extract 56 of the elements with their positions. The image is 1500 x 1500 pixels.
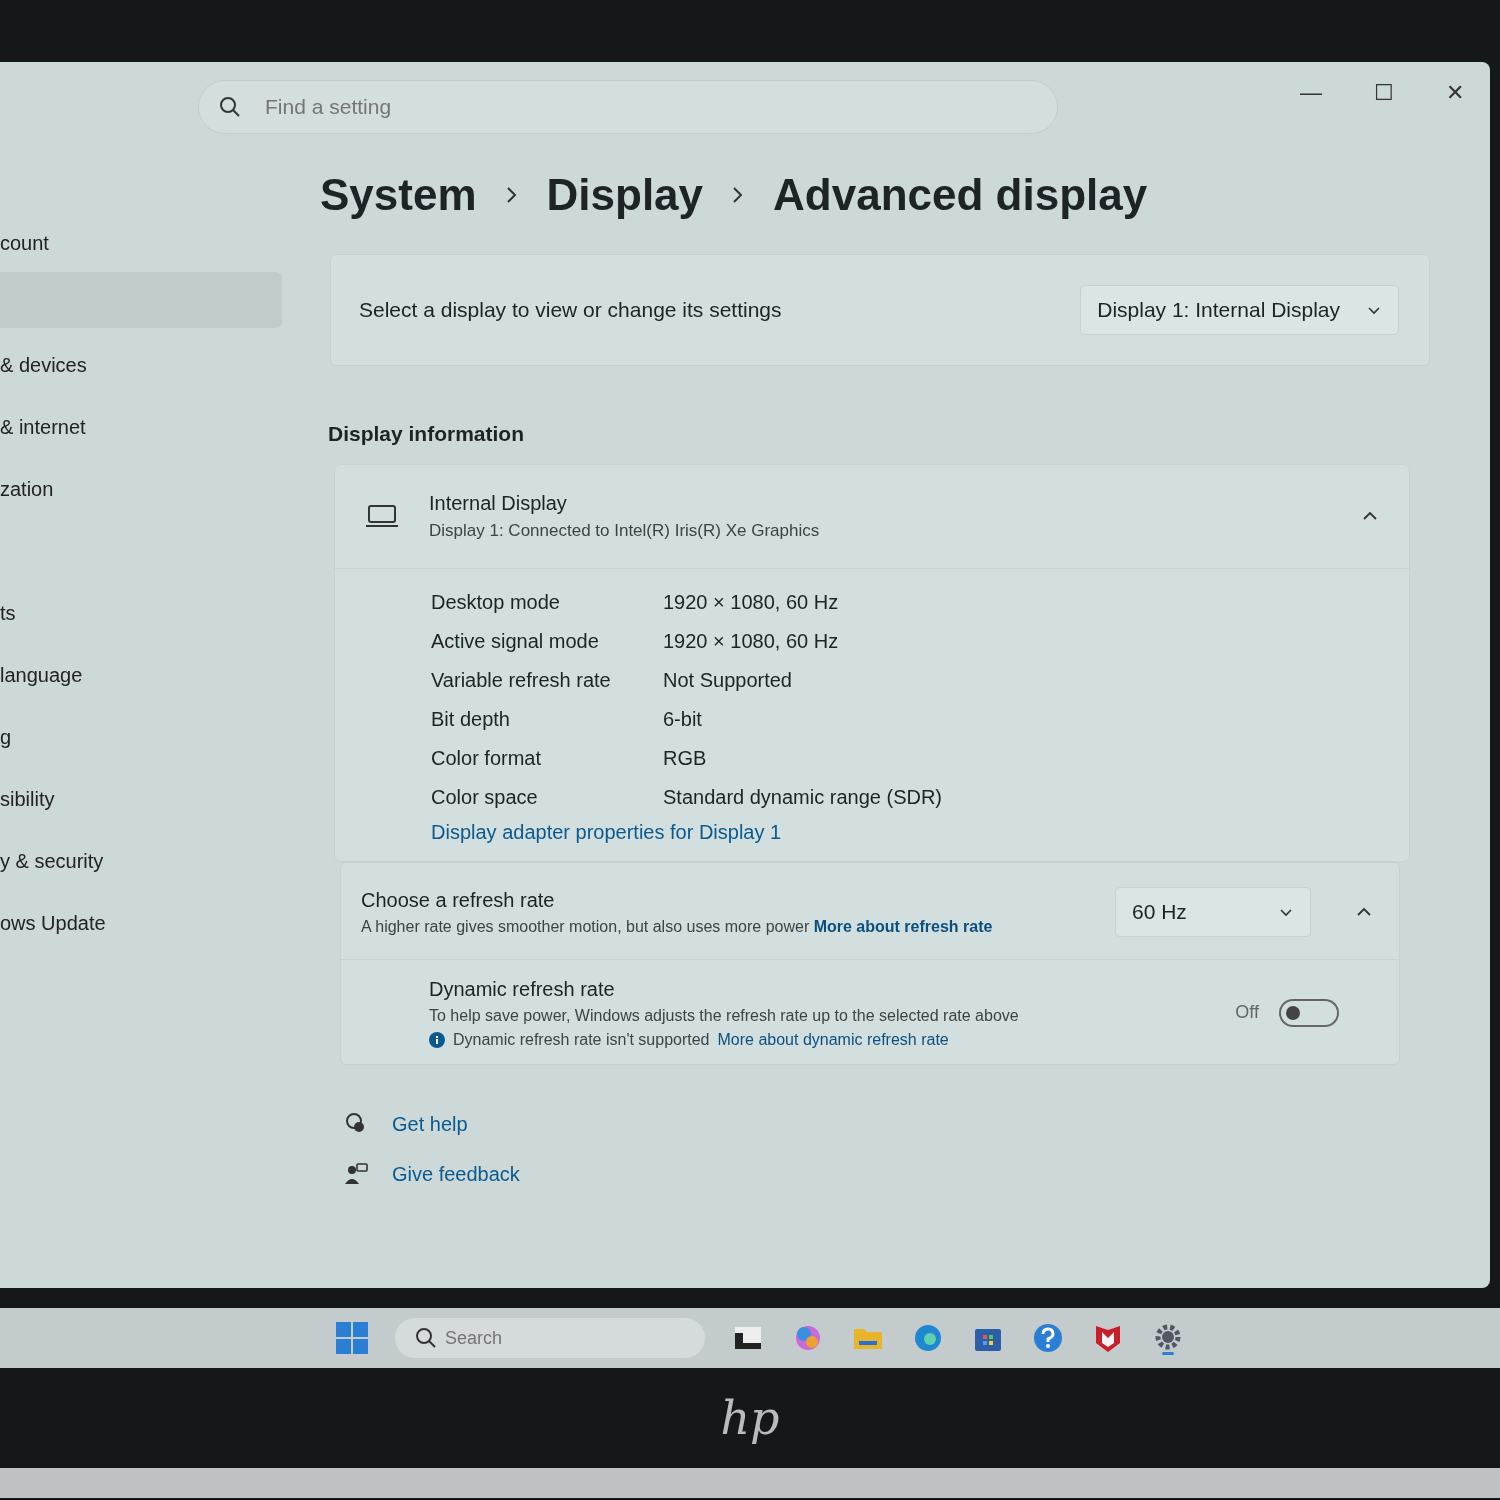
info-label: Color format bbox=[431, 746, 543, 771]
breadcrumb-link[interactable]: Display bbox=[546, 162, 704, 228]
info-label: Bit depth bbox=[431, 707, 511, 732]
search-icon bbox=[415, 1327, 437, 1349]
dynamic-refresh-description: To help save power, Windows adjusts the refresh rate up to the selected rate above bbox=[429, 1005, 1020, 1026]
start-icon bbox=[335, 1321, 369, 1355]
taskbar-search[interactable]: Search bbox=[395, 1318, 705, 1358]
info-icon bbox=[429, 1031, 445, 1048]
display-dropdown[interactable]: Display 1: Internal Display bbox=[1080, 285, 1399, 335]
sidebar-item[interactable]: language bbox=[0, 644, 300, 706]
sidebar-item[interactable]: & devices bbox=[0, 334, 300, 396]
minimize-button[interactable]: — bbox=[1300, 76, 1322, 109]
refresh-rate-description: A higher rate gives smoother motion, but also uses more power More about refresh rate bbox=[361, 916, 994, 937]
sidebar-item[interactable]: g bbox=[0, 706, 300, 768]
sidebar-item[interactable]: zation bbox=[0, 458, 300, 520]
feedback-link[interactable]: Give feedback bbox=[344, 1158, 1430, 1189]
info-value: Standard dynamic range (SDR) bbox=[663, 785, 942, 810]
get-help-link[interactable]: Get help bbox=[344, 1108, 1430, 1139]
maximize-button[interactable]: ☐ bbox=[1374, 76, 1394, 109]
search-field[interactable]: Find a setting bbox=[198, 80, 1058, 134]
toggle-state-label: Off bbox=[1235, 1001, 1259, 1024]
info-label: Desktop mode bbox=[431, 590, 561, 615]
info-label: Variable refresh rate bbox=[431, 668, 612, 693]
search-icon bbox=[218, 95, 242, 119]
display-select-label: Select a display to view or change its settings bbox=[359, 297, 782, 324]
sidebar-item[interactable]: ts bbox=[0, 582, 300, 644]
adapter-properties-link[interactable]: Display adapter properties for Display 1 bbox=[431, 820, 782, 843]
unsupported-notice: Dynamic refresh rate isn't supported bbox=[453, 1029, 710, 1050]
laptop-icon bbox=[365, 503, 399, 529]
refresh-rate-dropdown[interactable]: 60 Hz bbox=[1115, 886, 1311, 937]
section-heading: Display information bbox=[328, 421, 526, 447]
help-icon[interactable] bbox=[1031, 1321, 1065, 1355]
sidebar-item[interactable]: count bbox=[0, 212, 300, 274]
dynamic-refresh-title: Dynamic refresh rate bbox=[429, 976, 616, 1002]
display-name: Internal Display bbox=[429, 491, 568, 517]
dynamic-refresh-toggle[interactable] bbox=[1279, 998, 1339, 1027]
info-value: Not Supported bbox=[663, 668, 792, 693]
info-value: RGB bbox=[663, 746, 707, 771]
sidebar-item[interactable]: & internet bbox=[0, 396, 300, 458]
sidebar-item[interactable]: y & security bbox=[0, 830, 300, 892]
info-value: 1920 × 1080, 60 Hz bbox=[663, 590, 839, 615]
display-connection: Display 1: Connected to Intel(R) Iris(R) Xe Graphics bbox=[429, 520, 821, 543]
laptop-logo: hp bbox=[720, 1389, 780, 1447]
breadcrumb-link[interactable]: System bbox=[320, 162, 477, 228]
page-title: Advanced display bbox=[773, 169, 1148, 221]
info-value: 6-bit bbox=[663, 707, 702, 732]
sidebar-item[interactable]: sibility bbox=[0, 768, 300, 830]
sidebar-item[interactable]: ows Update bbox=[0, 892, 300, 954]
feedback-icon bbox=[344, 1161, 370, 1186]
info-label: Color space bbox=[431, 785, 539, 810]
close-button[interactable]: ✕ bbox=[1446, 76, 1464, 109]
refresh-rate-title: Choose a refresh rate bbox=[361, 887, 556, 913]
refresh-rate-link[interactable]: More about refresh rate bbox=[813, 917, 993, 935]
info-label: Active signal mode bbox=[431, 629, 600, 654]
dynamic-refresh-link[interactable]: More about dynamic refresh rate bbox=[717, 1027, 949, 1052]
info-value: 1920 × 1080, 60 Hz bbox=[663, 629, 839, 654]
